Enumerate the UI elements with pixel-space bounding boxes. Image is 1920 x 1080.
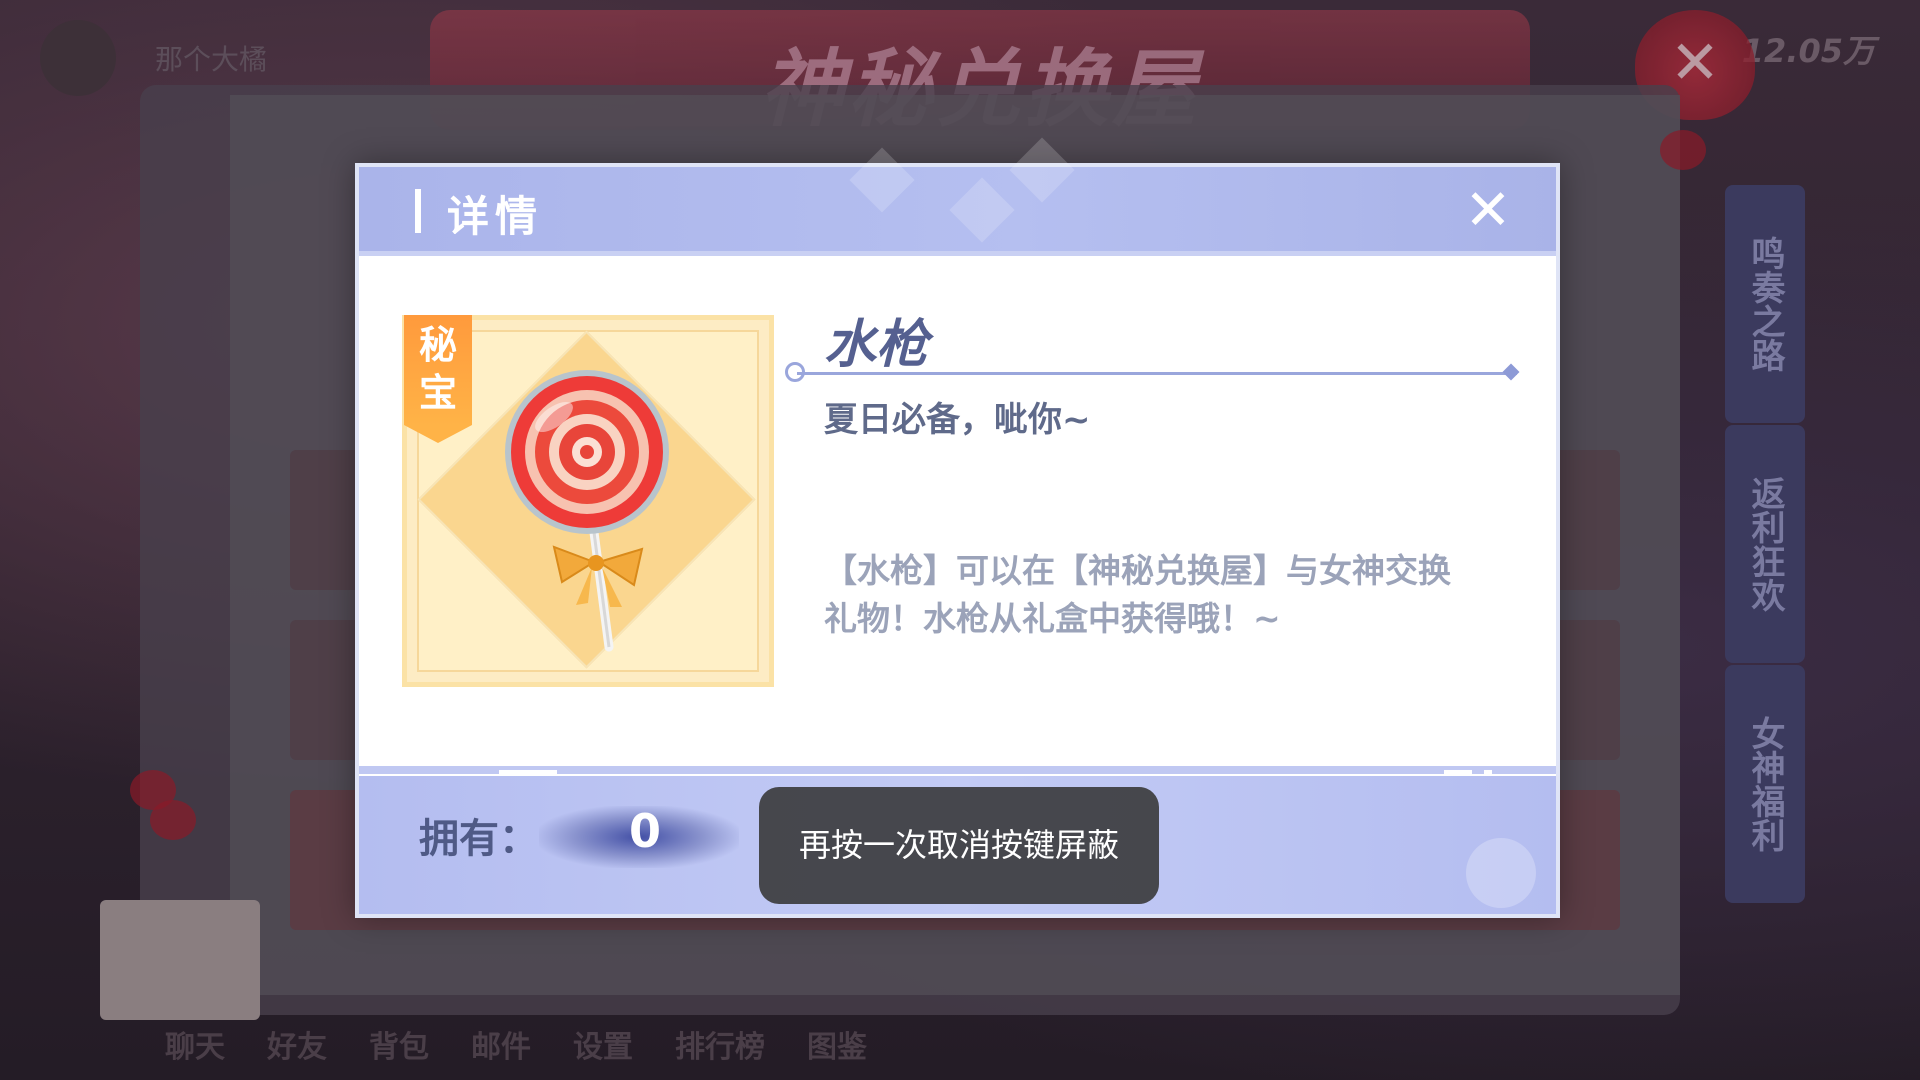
- coin-count: 12.05万: [1741, 32, 1875, 70]
- close-button[interactable]: ✕: [1460, 183, 1516, 239]
- close-icon[interactable]: ✕: [1465, 178, 1512, 243]
- nav-item: 图鉴: [807, 1030, 867, 1065]
- player-name: 那个大橘: [155, 43, 268, 76]
- toast-message: 再按一次取消按键屏蔽: [759, 787, 1159, 904]
- side-tab: 鸣奏之路: [1725, 185, 1805, 423]
- rarity-badge: 秘宝: [404, 315, 472, 443]
- lollipop-icon: [484, 367, 704, 661]
- item-description: 【水枪】可以在【神秘兑换屋】与女神交换礼物！水枪从礼盒中获得哦！~: [824, 551, 1451, 638]
- nav-item: 好友: [267, 1030, 327, 1065]
- player-avatar: [40, 20, 116, 96]
- nav-item: 设置: [573, 1030, 633, 1065]
- header-decoration: [949, 177, 1015, 243]
- header-accent-bar: [415, 189, 421, 233]
- divider-end: [1502, 363, 1520, 381]
- nav-item: 排行榜: [675, 1030, 765, 1065]
- owned-count: 0: [629, 804, 662, 858]
- side-tab: 返利狂欢: [1725, 425, 1805, 663]
- heart-icon: [1660, 130, 1706, 170]
- nav-item: 邮件: [471, 1030, 531, 1065]
- flower-icon: [1466, 838, 1536, 908]
- owned-label: 拥有：: [419, 816, 539, 862]
- item-name: 水枪: [824, 315, 929, 375]
- dialog-title: 详情: [447, 192, 544, 241]
- nav-item: 聊天: [165, 1030, 225, 1065]
- footer-dash: [1484, 770, 1492, 776]
- nav-item: 背包: [369, 1030, 429, 1065]
- bottom-nav: 聊天 好友 背包 邮件 设置 排行榜 图鉴: [165, 1022, 867, 1066]
- footer-dash: [1444, 770, 1472, 776]
- side-tab: 女神福利: [1725, 665, 1805, 903]
- divider-line: [797, 372, 1517, 375]
- rarity-badge-label: 秘宝: [418, 323, 457, 415]
- envelope-icon: [100, 900, 260, 1020]
- heart-icon: [150, 800, 196, 840]
- item-tagline: 夏日必备，呲你~: [824, 400, 1091, 440]
- footer-dash: [499, 770, 557, 776]
- dialog-header: 详情 ✕: [359, 137, 1556, 256]
